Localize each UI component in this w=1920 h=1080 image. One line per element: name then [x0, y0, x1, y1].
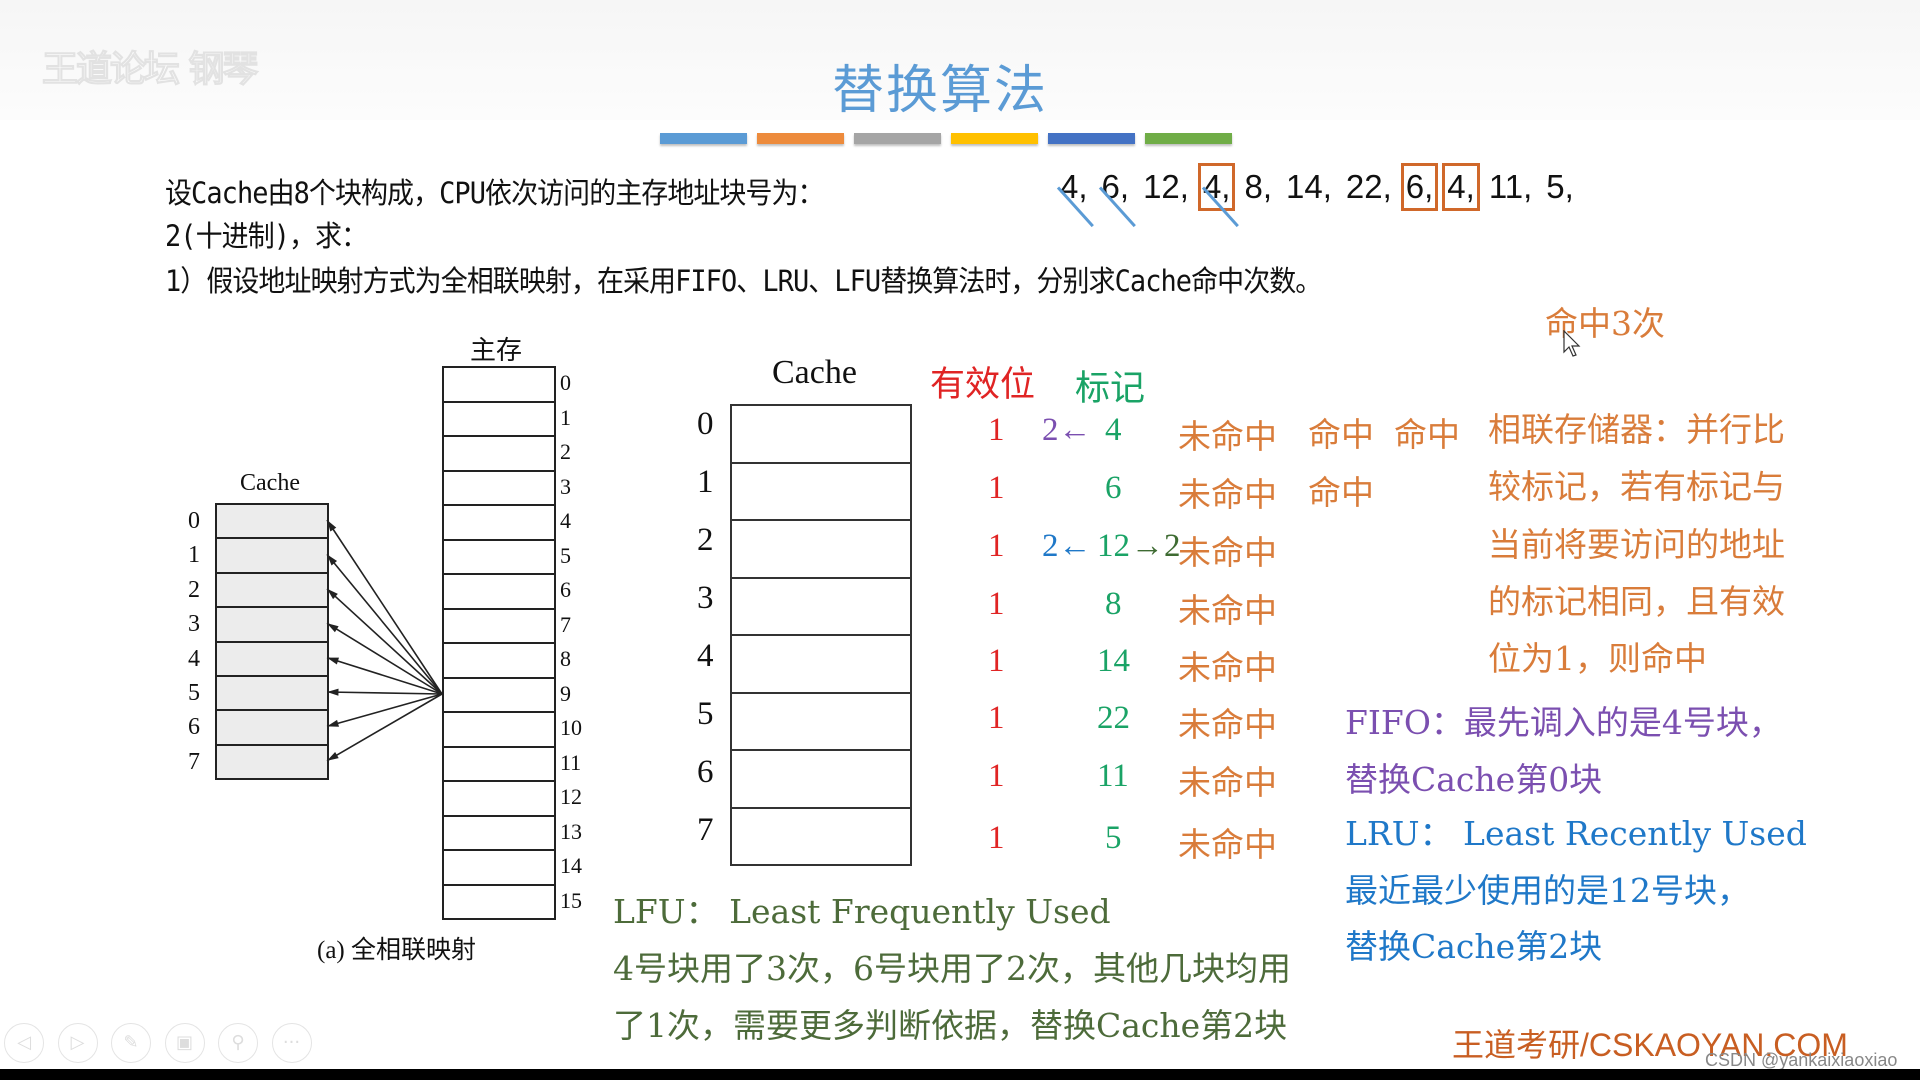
cache-line [732, 694, 910, 751]
cache-line-index: 4 [697, 638, 714, 674]
replacement-arrow: 2← [1042, 412, 1092, 448]
mapping-arrow [326, 519, 443, 695]
lfu-note: 4号块用了3次，6号块用了2次，其他几块均用 [613, 949, 1291, 988]
associative-memory-note: 位为1，则命中 [1488, 639, 1707, 678]
cache-line-index: 3 [697, 580, 714, 616]
hit-status: 未命中 [1178, 648, 1277, 687]
valid-bit: 1 [988, 820, 1005, 856]
valid-bit: 1 [988, 700, 1005, 736]
tag-value: 4 [1105, 412, 1122, 448]
cache-line-index: 0 [697, 406, 714, 442]
mapping-arrow [326, 693, 443, 728]
cache-line-index: 2 [697, 522, 714, 558]
cache-line [732, 406, 910, 464]
cache-line [732, 751, 910, 809]
cache-line-index: 5 [697, 696, 714, 732]
hit-status: 未命中 [1178, 417, 1277, 456]
cache-line-index: 6 [697, 754, 714, 790]
lru-note: LRU： Least Recently Used [1345, 814, 1807, 853]
cache-line [732, 809, 910, 865]
hit-status: 未命中 [1178, 533, 1277, 572]
tag-value: 14 [1097, 643, 1130, 679]
cache-line [732, 636, 910, 694]
hit-status-later: 命中 [1394, 415, 1460, 454]
valid-bit: 1 [988, 412, 1005, 448]
hit-status: 未命中 [1178, 475, 1277, 514]
arrowhead-icon [327, 623, 339, 633]
valid-bit: 1 [988, 758, 1005, 794]
lru-note: 替换Cache第2块 [1345, 927, 1603, 966]
tag-value: 8 [1105, 586, 1122, 622]
lfu-note: 了1次，需要更多判断依据，替换Cache第2块 [613, 1006, 1288, 1045]
fifo-note: 替换Cache第0块 [1345, 760, 1603, 799]
tag-value: 22 [1097, 700, 1130, 736]
fifo-note: FIFO：最先调入的是4号块， [1345, 703, 1782, 742]
cache-table-label: Cache [772, 354, 857, 391]
valid-bit: 1 [988, 470, 1005, 506]
zoom-control-icon[interactable]: ⚲ [218, 1023, 258, 1063]
cache-line [732, 521, 910, 579]
mapping-arrow [326, 622, 443, 695]
mapping-arrow [326, 588, 443, 695]
mapping-arrow [326, 693, 443, 762]
mapping-arrow [326, 691, 443, 695]
hit-status: 未命中 [1178, 763, 1277, 802]
pen-control-icon[interactable]: ✎ [111, 1023, 151, 1063]
replacement-arrow: →2 [1131, 528, 1181, 564]
tag-value: 12 [1097, 528, 1130, 564]
next-control-icon[interactable]: ▷ [57, 1023, 98, 1063]
tag-value: 6 [1105, 470, 1122, 506]
associative-memory-note: 相联存储器：并行比 [1488, 410, 1785, 449]
mapping-arrow [326, 553, 443, 695]
hit-status-later: 命中 [1308, 473, 1374, 512]
tag-value: 5 [1105, 820, 1122, 856]
cache-line-index: 7 [697, 812, 714, 848]
valid-bit: 1 [988, 528, 1005, 564]
cache-lines [730, 404, 912, 866]
arrowhead-icon [327, 688, 339, 696]
associative-memory-note: 的标记相同，且有效 [1488, 582, 1785, 621]
arrowhead-icon [327, 751, 339, 761]
valid-bit: 1 [988, 643, 1005, 679]
tag-header: 标记 [1075, 369, 1146, 409]
hit-status-later: 命中 [1308, 415, 1374, 454]
diagram-caption: (a) 全相联映射 [317, 937, 476, 964]
mapping-arrow [326, 656, 443, 695]
associative-memory-note: 较标记，若有标记与 [1488, 467, 1785, 506]
cache-line [732, 464, 910, 521]
tag-value: 11 [1097, 758, 1129, 794]
more-control-icon[interactable]: ··· [271, 1023, 312, 1063]
arrowhead-icon [327, 657, 339, 665]
replacement-arrow: 2← [1042, 528, 1092, 564]
previous-control-icon[interactable]: ◁ [4, 1023, 44, 1063]
hit-status: 未命中 [1178, 825, 1277, 864]
bottom-bar [0, 1069, 1920, 1080]
arrowhead-icon [327, 520, 337, 532]
arrowhead-icon [327, 719, 339, 727]
credit-watermark: CSDN @yankaixiaoxiao [1705, 1050, 1898, 1070]
lfu-note: LFU： Least Frequently Used [613, 892, 1111, 931]
cache-line-index: 1 [697, 464, 714, 500]
cache-line [732, 579, 910, 636]
valid-bit: 1 [988, 586, 1005, 622]
associative-memory-note: 当前将要访问的地址 [1488, 525, 1785, 564]
valid-bit-header: 有效位 [930, 365, 1036, 405]
lru-note: 最近最少使用的是12号块， [1345, 871, 1750, 910]
slides-control-icon[interactable]: ▣ [164, 1023, 205, 1063]
hit-status: 未命中 [1178, 591, 1277, 630]
hit-status: 未命中 [1178, 705, 1277, 744]
